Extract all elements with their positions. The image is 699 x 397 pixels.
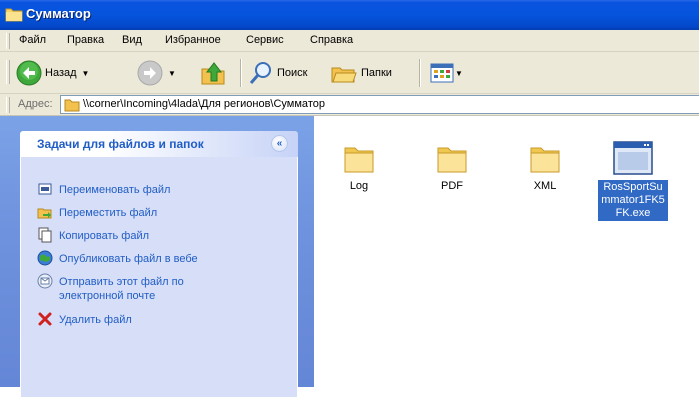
folder-icon (530, 147, 560, 173)
task-label[interactable]: Отправить этот файл по электронной почте (59, 275, 229, 303)
file-name: PDF (441, 180, 463, 192)
back-dropdown-icon[interactable]: ▼ (82, 69, 90, 78)
folder-icon (5, 8, 23, 22)
publish-web-icon (37, 250, 53, 266)
toolbar-separator (240, 59, 242, 87)
address-field[interactable]: \\corner\Incoming\4lada\Для регионов\Сум… (60, 95, 699, 114)
task-pane: Задачи для файлов и папок « Переименоват… (0, 116, 314, 397)
up-button[interactable] (199, 58, 227, 88)
toolbar-separator-2 (419, 59, 421, 87)
menu-help[interactable]: Справка (310, 34, 353, 46)
menu-tools[interactable]: Сервис (246, 34, 284, 46)
task-label[interactable]: Переместить файл (59, 206, 157, 220)
menu-edit[interactable]: Правка (67, 34, 104, 46)
forward-arrow-icon (137, 60, 163, 86)
folders-button[interactable]: Папки (330, 58, 392, 88)
menu-favorites[interactable]: Избранное (165, 34, 221, 46)
file-name: XML (533, 180, 557, 192)
application-window-icon (613, 141, 653, 175)
search-button[interactable]: Поиск (248, 58, 307, 88)
folders-icon (331, 67, 357, 83)
menu-view[interactable]: Вид (122, 34, 142, 46)
toolbar: Назад ▼ ▼ Поиск Папки ▼ (0, 52, 699, 94)
task-panel-title: Задачи для файлов и папок (37, 137, 204, 151)
folder-item-pdf[interactable]: PDF (417, 140, 487, 192)
folder-icon (64, 99, 80, 112)
search-icon (249, 62, 271, 84)
address-bar: Адрес: \\corner\Incoming\4lada\Для регио… (0, 94, 699, 116)
file-item-exe[interactable]: RosSportSummator1FK5FK.exe (598, 140, 668, 221)
file-list[interactable]: Log PDF XML RosSportSummator1FK5FK.exe (314, 116, 699, 387)
rename-icon (38, 183, 52, 195)
delete-icon (38, 312, 52, 326)
back-button[interactable]: Назад ▼ (16, 58, 89, 88)
address-label: Адрес: (18, 98, 53, 110)
menubar-grip[interactable] (6, 33, 10, 49)
task-label[interactable]: Копировать файл (59, 229, 149, 243)
copy-icon (38, 227, 52, 243)
task-panel-header[interactable]: Задачи для файлов и папок « (20, 131, 298, 157)
address-value[interactable]: \\corner\Incoming\4lada\Для регионов\Сум… (83, 98, 325, 110)
views-icon (430, 63, 454, 83)
search-label: Поиск (277, 67, 308, 79)
forward-button[interactable]: ▼ (137, 58, 176, 88)
folder-icon (437, 147, 467, 173)
email-icon (37, 273, 53, 289)
addressbar-grip[interactable] (6, 97, 10, 113)
menu-file[interactable]: Файл (19, 34, 46, 46)
task-panel-body: Переименовать файл Переместить файл Копи… (20, 157, 298, 397)
move-icon (37, 208, 52, 219)
back-label: Назад (45, 67, 77, 79)
folder-up-icon (201, 62, 225, 85)
folder-item-xml[interactable]: XML (510, 140, 580, 192)
menu-bar: Файл Правка Вид Избранное Сервис Справка (0, 30, 699, 52)
views-button[interactable]: ▼ (430, 58, 463, 88)
file-name: Log (349, 180, 369, 192)
back-arrow-icon (16, 60, 42, 86)
file-name: RosSportSummator1FK5FK.exe (598, 180, 668, 221)
toolbar-grip[interactable] (6, 60, 10, 84)
forward-dropdown-icon[interactable]: ▼ (168, 69, 176, 78)
title-bar[interactable]: Сумматор (0, 0, 699, 30)
views-dropdown-icon[interactable]: ▼ (455, 69, 463, 78)
window-title: Сумматор (26, 6, 91, 21)
folders-label: Папки (361, 67, 392, 79)
collapse-chevron-icon[interactable]: « (271, 135, 288, 152)
task-label[interactable]: Опубликовать файл в вебе (59, 252, 198, 266)
task-label[interactable]: Переименовать файл (59, 183, 170, 197)
task-label[interactable]: Удалить файл (59, 313, 132, 327)
folder-item-log[interactable]: Log (324, 140, 394, 192)
folder-icon (344, 147, 374, 173)
